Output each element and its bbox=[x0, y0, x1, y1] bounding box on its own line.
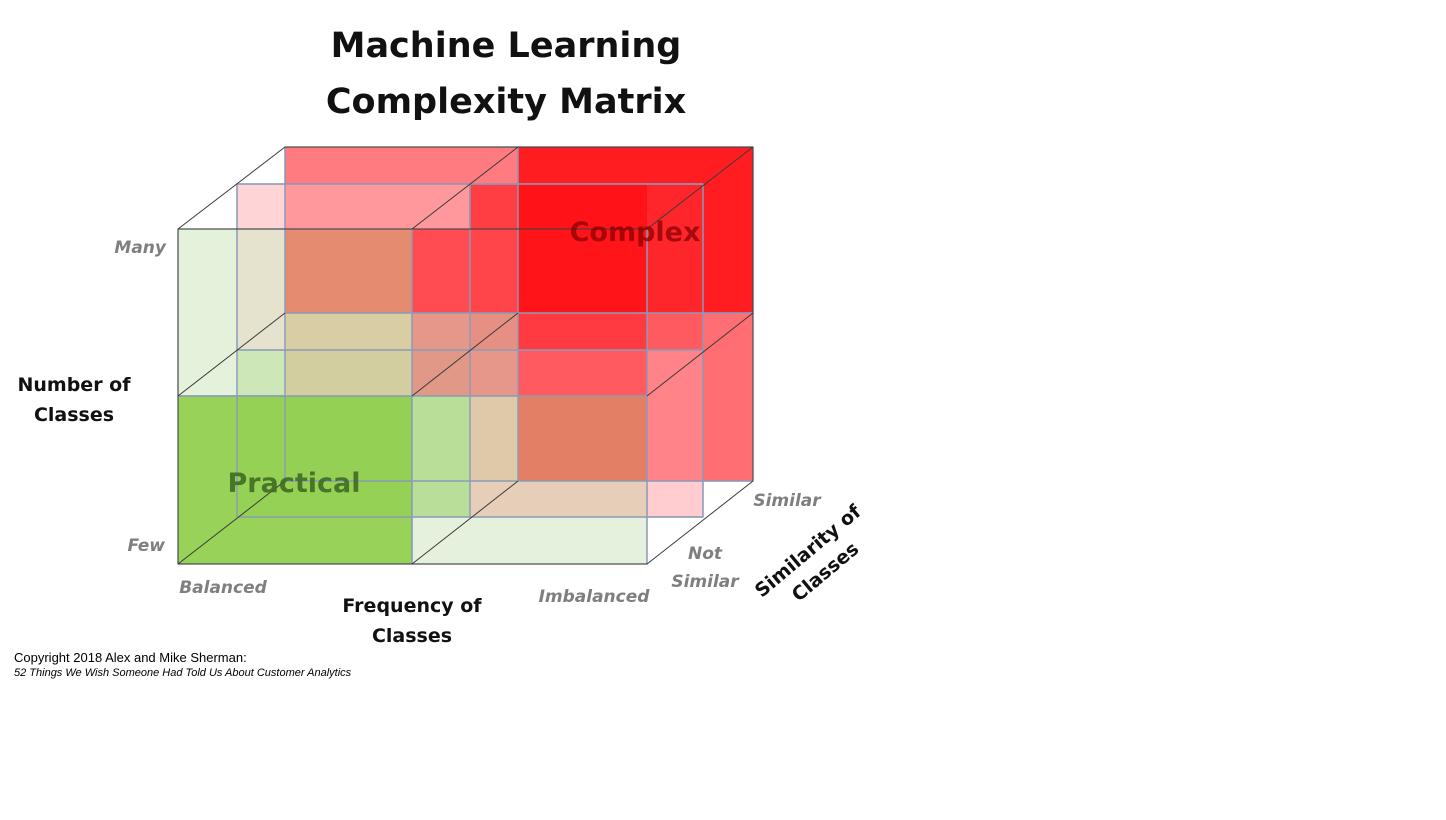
overlap-complex-core bbox=[518, 184, 647, 313]
overlap-mid-left bbox=[285, 313, 412, 396]
x-axis-title-line-1: Frequency of bbox=[342, 595, 482, 617]
y-axis-title-line-2: Classes bbox=[34, 404, 114, 426]
diagram-title-line-1: Machine Learning bbox=[331, 26, 682, 66]
overlap-right-mid bbox=[518, 350, 647, 396]
overlap-center bbox=[412, 313, 470, 396]
overlap-lower-center bbox=[470, 396, 518, 481]
overlap-top-left bbox=[285, 229, 412, 313]
overlap-top-center bbox=[412, 229, 518, 313]
complexity-matrix-diagram: Machine Learning Complexity Matrix Pract… bbox=[17, 26, 866, 647]
x-axis-title-line-2: Classes bbox=[372, 625, 452, 647]
z-axis-title: Similarity of Classes bbox=[751, 500, 866, 606]
overlap-right-strip bbox=[647, 313, 703, 481]
practical-label: Practical bbox=[228, 468, 361, 499]
overlap-center-right bbox=[470, 313, 518, 396]
overlap-bottom-band bbox=[470, 481, 647, 517]
z-tick-similar: Similar bbox=[753, 491, 822, 511]
copyright-line: Copyright 2018 Alex and Mike Sherman: bbox=[14, 650, 247, 665]
complex-label: Complex bbox=[570, 217, 701, 248]
x-tick-balanced: Balanced bbox=[179, 578, 267, 598]
overlap-lower-center-left bbox=[412, 396, 470, 517]
cube-matrix: Practical Complex bbox=[177, 146, 754, 565]
overlap-lower-right bbox=[518, 396, 647, 481]
x-tick-imbalanced: Imbalanced bbox=[539, 587, 651, 607]
y-axis-title-line-1: Number of bbox=[17, 374, 131, 396]
book-title-line: 52 Things We Wish Someone Had Told Us Ab… bbox=[14, 667, 352, 679]
z-tick-not-similar-line-1: Not bbox=[688, 544, 723, 564]
diagram-title-line-2: Complexity Matrix bbox=[326, 82, 687, 122]
z-tick-not-similar-line-2: Similar bbox=[671, 572, 740, 592]
overlap-right-mid-band bbox=[518, 313, 647, 350]
y-tick-many: Many bbox=[114, 238, 166, 258]
copyright-notice: Copyright 2018 Alex and Mike Sherman: 52… bbox=[14, 650, 351, 680]
y-tick-few: Few bbox=[127, 536, 165, 556]
